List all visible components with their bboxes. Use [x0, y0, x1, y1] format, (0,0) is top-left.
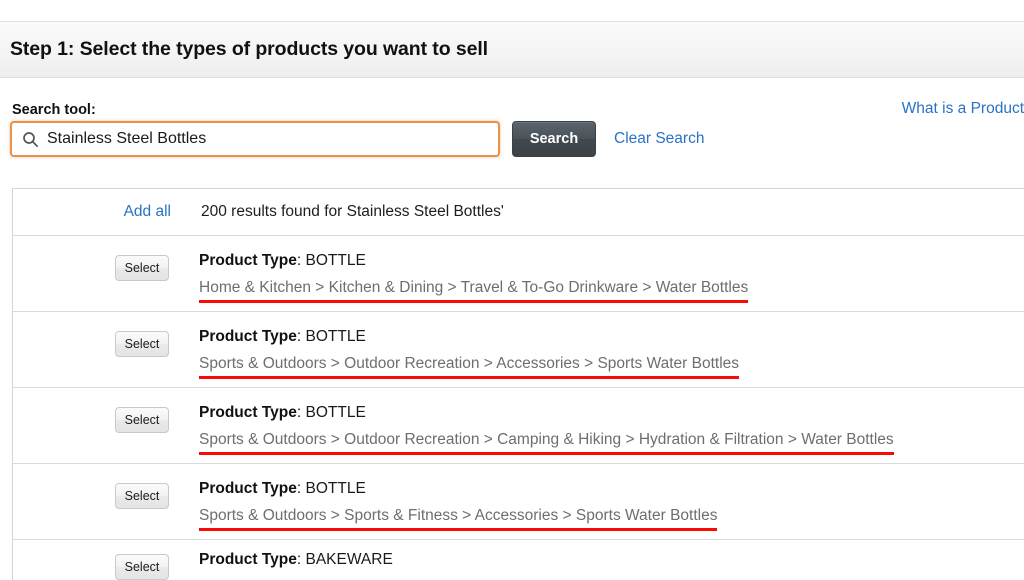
select-cell: Select: [13, 540, 199, 580]
product-type-line: Product Type: BOTTLE: [199, 250, 1018, 271]
page-title: Step 1: Select the types of products you…: [0, 38, 488, 61]
product-type-value: : BOTTLE: [297, 404, 366, 421]
result-info: Product Type: BAKEWARE: [199, 540, 1024, 578]
select-button[interactable]: Select: [115, 483, 169, 509]
product-type-line: Product Type: BOTTLE: [199, 478, 1018, 499]
search-input[interactable]: [47, 124, 498, 154]
breadcrumb-underline: Sports & Outdoors > Outdoor Recreation >…: [199, 353, 739, 379]
product-type-label: Product Type: [199, 404, 297, 421]
select-cell: Select: [13, 464, 199, 509]
product-type-label: Product Type: [199, 252, 297, 269]
select-button[interactable]: Select: [115, 554, 169, 580]
table-row[interactable]: Select Product Type: BOTTLE Sports & Out…: [13, 464, 1024, 540]
select-button[interactable]: Select: [115, 255, 169, 281]
search-icon: [22, 131, 39, 148]
result-info: Product Type: BOTTLE Home & Kitchen > Ki…: [199, 236, 1024, 311]
clear-search-link[interactable]: Clear Search: [614, 130, 704, 148]
add-all-link[interactable]: Add all: [124, 203, 171, 221]
result-info: Product Type: BOTTLE Sports & Outdoors >…: [199, 312, 1024, 387]
search-button[interactable]: Search: [512, 121, 596, 157]
results-count-text: 200 results found for Stainless Steel Bo…: [199, 203, 504, 221]
results-table: Add all 200 results found for Stainless …: [12, 188, 1024, 580]
product-type-label: Product Type: [199, 480, 297, 497]
what-is-a-product-link[interactable]: What is a Product: [902, 100, 1024, 118]
select-button[interactable]: Select: [115, 407, 169, 433]
select-cell: Select: [13, 312, 199, 357]
search-tool-label: Search tool:: [12, 102, 96, 118]
select-cell: Select: [13, 236, 199, 281]
product-type-line: Product Type: BAKEWARE: [199, 549, 1018, 570]
search-row: Search Clear Search: [10, 121, 704, 157]
select-cell: Select: [13, 388, 199, 433]
breadcrumb: Sports & Outdoors > Sports & Fitness > A…: [199, 505, 717, 526]
product-type-label: Product Type: [199, 328, 297, 345]
breadcrumb: Home & Kitchen > Kitchen & Dining > Trav…: [199, 277, 748, 298]
results-header-row: Add all 200 results found for Stainless …: [13, 189, 1024, 236]
product-type-line: Product Type: BOTTLE: [199, 402, 1018, 423]
product-type-value: : BAKEWARE: [297, 551, 393, 568]
table-row[interactable]: Select Product Type: BOTTLE Sports & Out…: [13, 388, 1024, 464]
result-info: Product Type: BOTTLE Sports & Outdoors >…: [199, 388, 1024, 463]
product-type-value: : BOTTLE: [297, 328, 366, 345]
search-input-box[interactable]: [10, 121, 500, 157]
breadcrumb: Sports & Outdoors > Outdoor Recreation >…: [199, 429, 894, 450]
product-type-line: Product Type: BOTTLE: [199, 326, 1018, 347]
table-row[interactable]: Select Product Type: BOTTLE Home & Kitch…: [13, 236, 1024, 312]
result-info: Product Type: BOTTLE Sports & Outdoors >…: [199, 464, 1024, 539]
table-row[interactable]: Select Product Type: BOTTLE Sports & Out…: [13, 312, 1024, 388]
product-type-value: : BOTTLE: [297, 480, 366, 497]
breadcrumb: Sports & Outdoors > Outdoor Recreation >…: [199, 353, 739, 374]
product-type-value: : BOTTLE: [297, 252, 366, 269]
table-row[interactable]: Select Product Type: BAKEWARE: [13, 540, 1024, 580]
add-all-cell: Add all: [13, 203, 199, 221]
breadcrumb-underline: Home & Kitchen > Kitchen & Dining > Trav…: [199, 277, 748, 303]
select-button[interactable]: Select: [115, 331, 169, 357]
breadcrumb-underline: Sports & Outdoors > Outdoor Recreation >…: [199, 429, 894, 455]
breadcrumb-underline: Sports & Outdoors > Sports & Fitness > A…: [199, 505, 717, 531]
product-type-label: Product Type: [199, 551, 297, 568]
step-header-bar: Step 1: Select the types of products you…: [0, 21, 1024, 78]
